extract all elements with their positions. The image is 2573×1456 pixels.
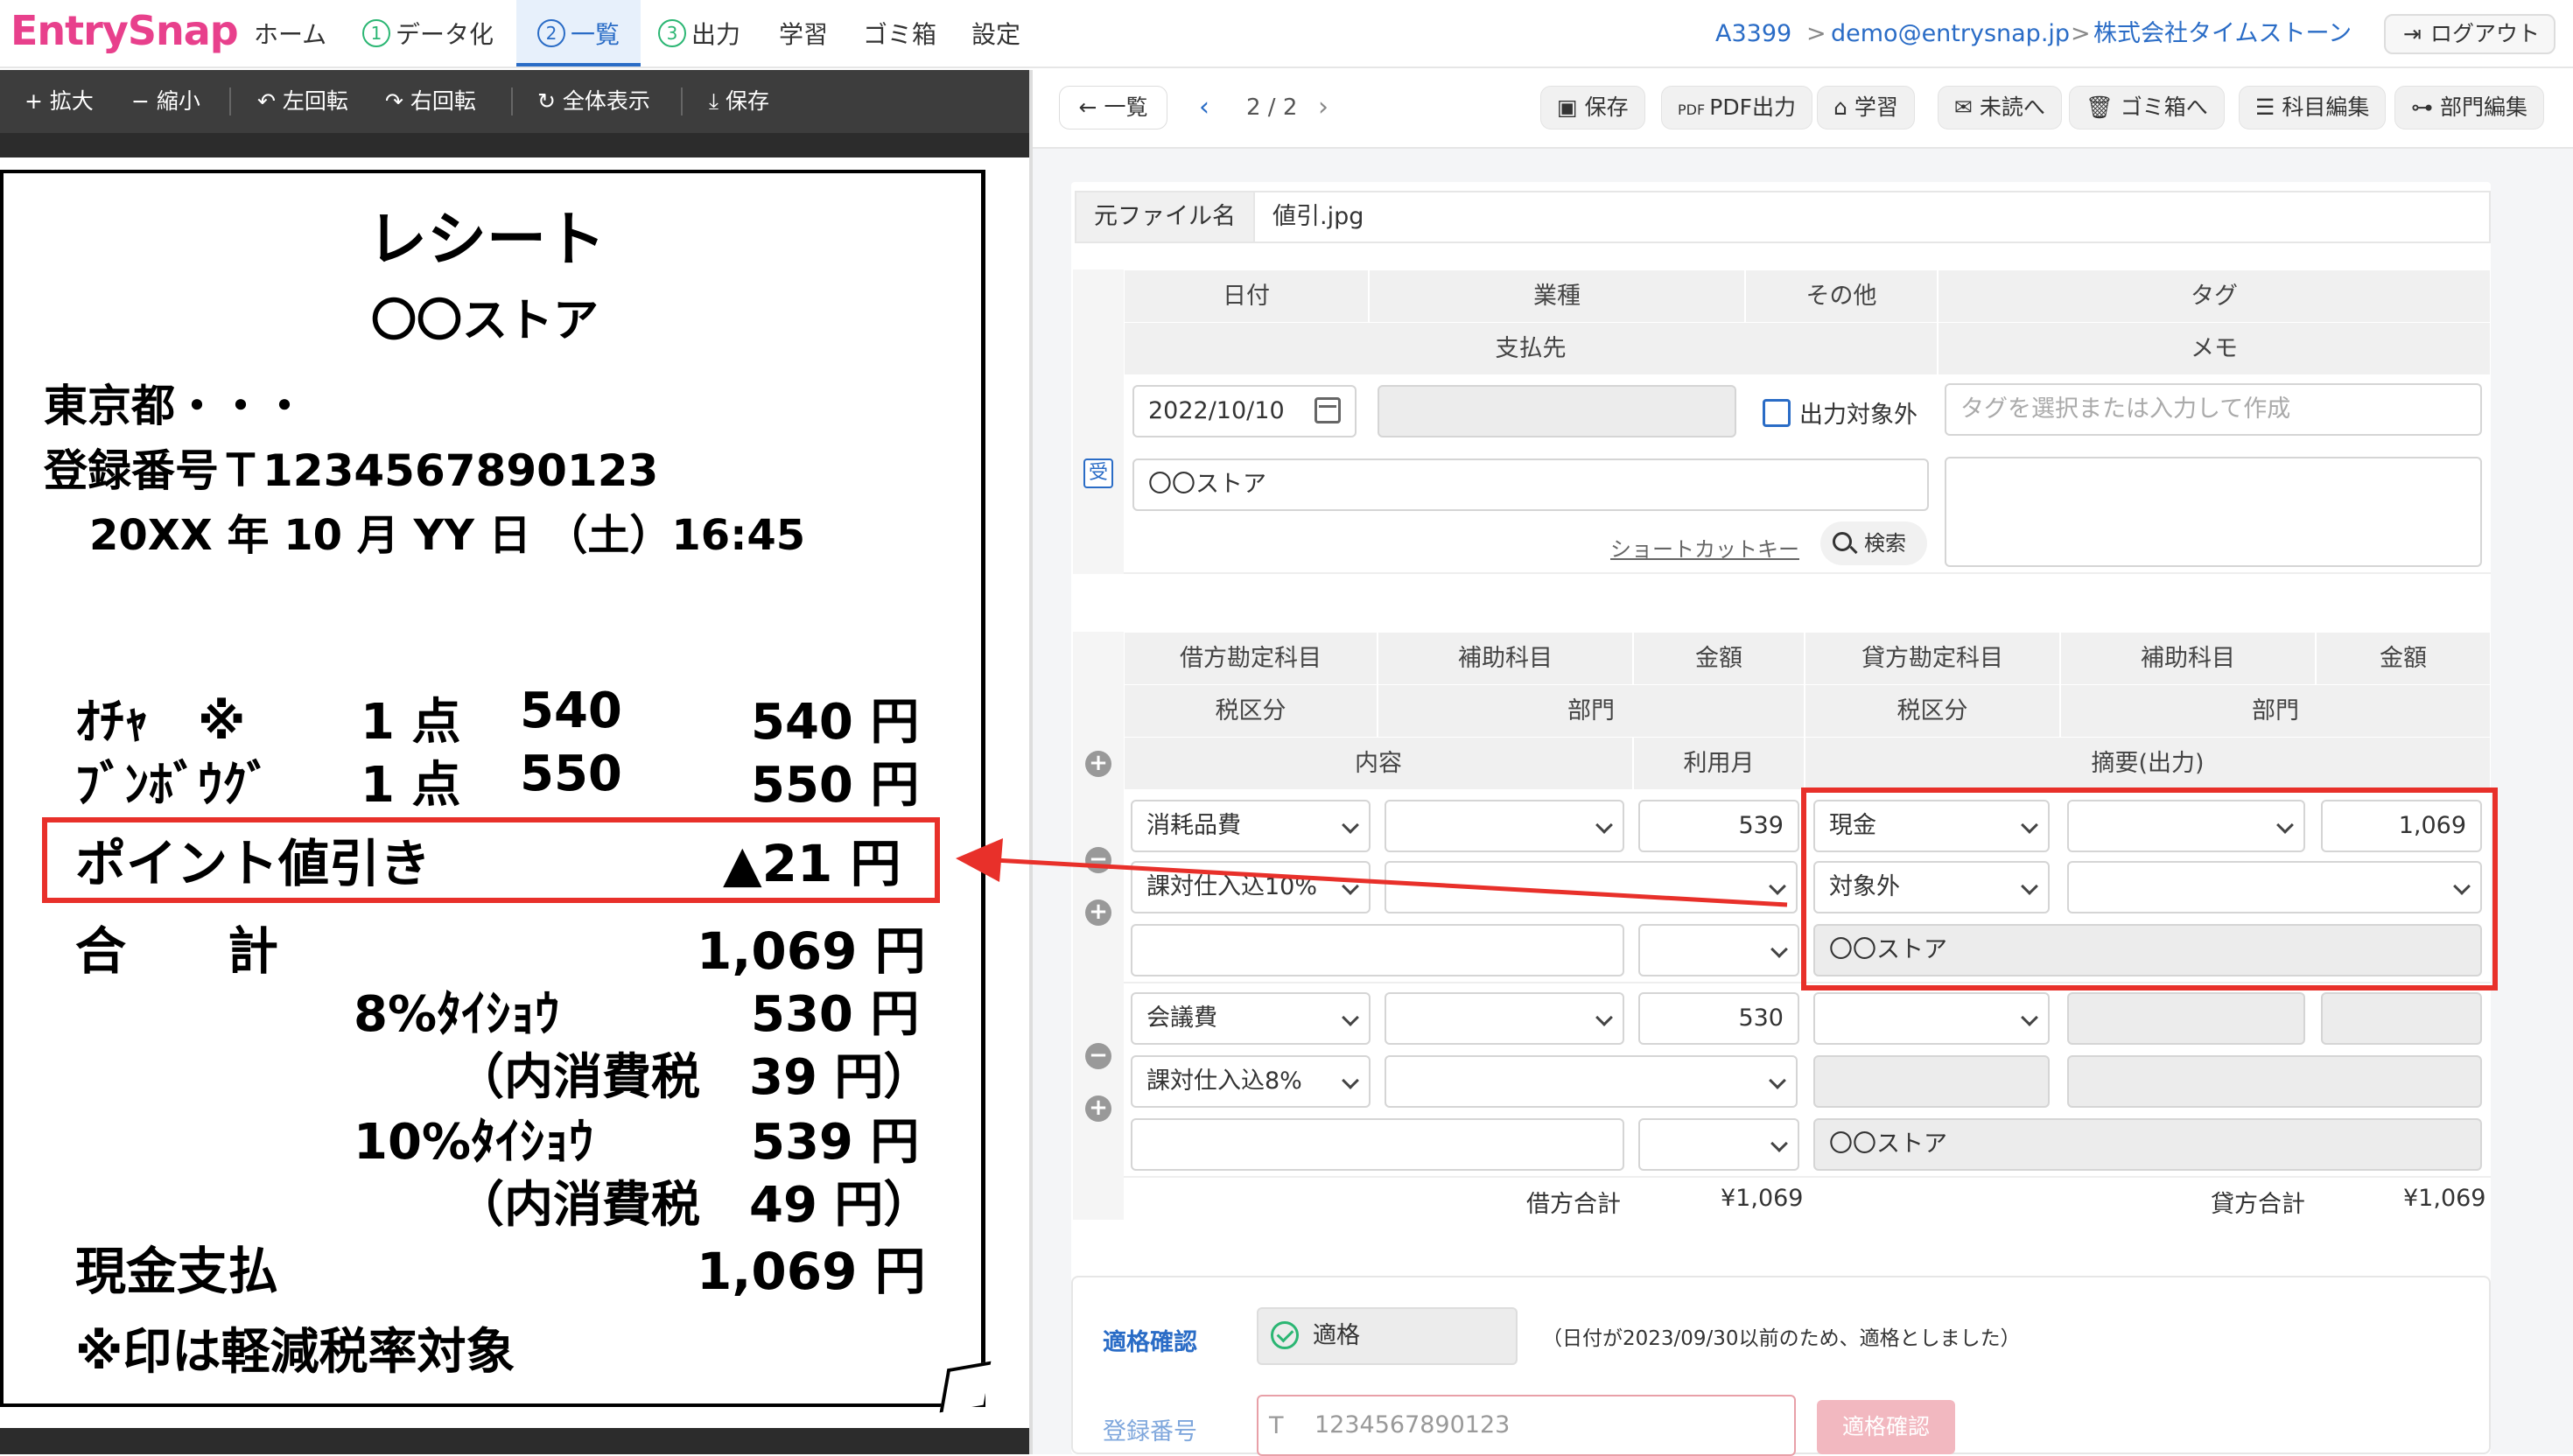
annotation-arrow [956,838,1788,907]
annotation-arrow-head [956,838,1003,882]
annotation-arrow-line [993,858,1788,907]
